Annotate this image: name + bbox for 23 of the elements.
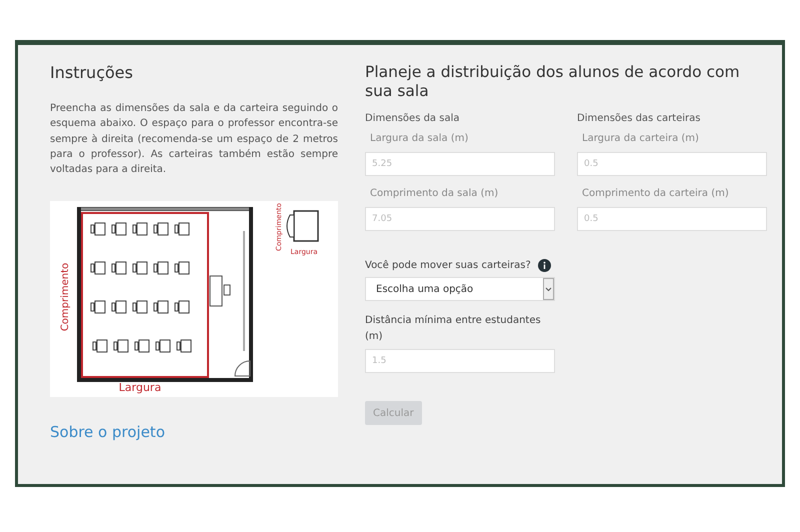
group-heading: Dimensões das carteiras <box>577 113 702 124</box>
instructions-text: Preencha as dimensões da sala e da carteira seguindo o esquema abaixo. O espaço para o professor encontra-se sempre à direita (recomenda-se um espaço de 2 metros para o professor). As carteiras também estão sempre voltadas para a direita. <box>50 102 338 178</box>
input-field[interactable]: 0.5 <box>577 207 767 231</box>
desk-icon <box>286 210 319 242</box>
width-label: Largura <box>118 381 162 394</box>
section-title: Planeje a distribuição dos alunos de acordo com sua sala <box>365 63 741 101</box>
field-label: Largura da carteira (m) <box>582 133 700 144</box>
group-heading: Dimensões da sala <box>365 113 460 124</box>
input-field[interactable]: 1.5 <box>365 349 555 373</box>
input-field[interactable]: 7.05 <box>365 207 555 231</box>
caret-icon <box>543 278 554 300</box>
field-label: Comprimento da carteira (m) <box>582 188 730 199</box>
info-icon[interactable] <box>538 259 551 272</box>
input-field[interactable]: 0.5 <box>577 152 767 176</box>
input-field[interactable]: 5.25 <box>365 152 555 176</box>
field-label: Você pode mover suas carteiras? <box>365 260 531 271</box>
field-label: Comprimento da sala (m) <box>370 188 500 199</box>
option-dropdown[interactable]: Escolha uma opção <box>365 277 555 301</box>
length-label: Comprimento <box>60 263 71 332</box>
about-link[interactable]: Sobre o projeto <box>50 423 165 442</box>
section-title: Instruções <box>50 63 134 82</box>
field-label: Largura da sala (m) <box>370 133 470 144</box>
field-label: Distância mínima entre estudantes (m) <box>365 314 542 344</box>
